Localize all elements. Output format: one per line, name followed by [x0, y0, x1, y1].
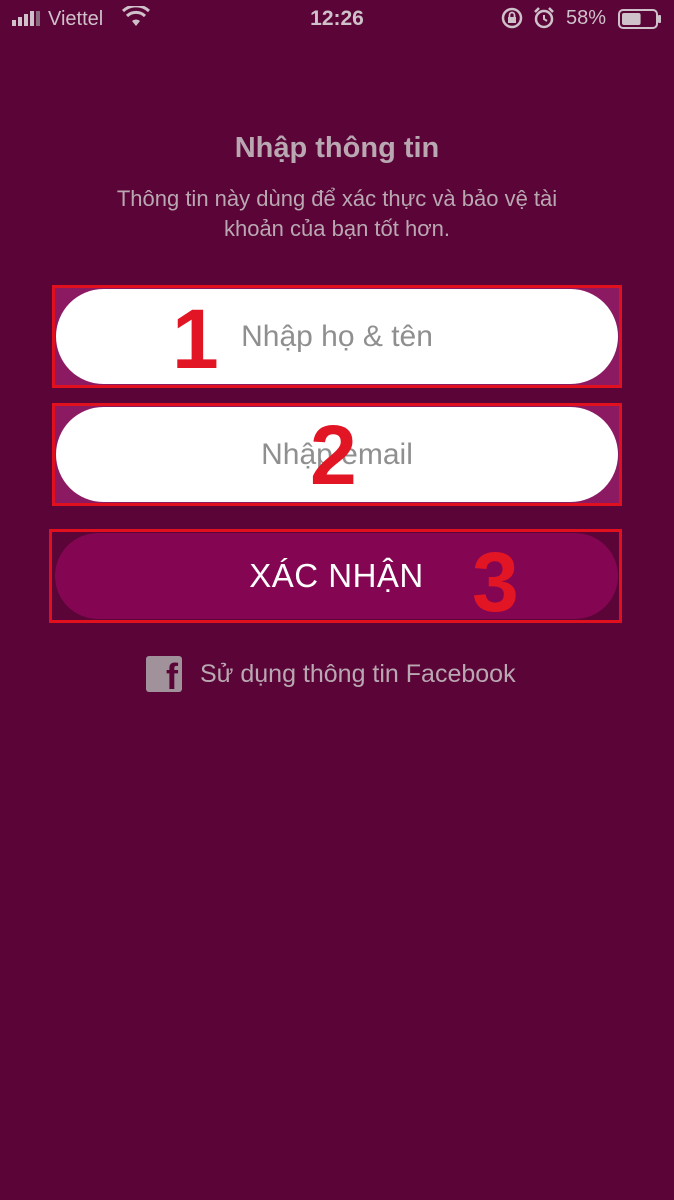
battery-percentage: 58%: [566, 7, 607, 29]
facebook-login-label: Sử dụng thông tin Facebook: [200, 659, 516, 688]
step-number-2: 2: [310, 408, 357, 502]
rotation-lock-icon: [501, 7, 523, 29]
battery-icon: [618, 9, 661, 29]
alarm-icon: [534, 7, 554, 29]
page-title: Nhập thông tin: [234, 132, 440, 164]
step-number-1: 1: [172, 292, 219, 386]
facebook-login-link[interactable]: f Sử dụng thông tin Facebook: [146, 654, 516, 694]
battery-fill: [622, 13, 641, 25]
step-number-3: 3: [472, 535, 519, 629]
page-subtitle: Thông tin này dùng để xác thực và bảo vệ…: [116, 186, 558, 241]
facebook-icon: f: [146, 656, 182, 692]
full-name-input[interactable]: [56, 289, 618, 384]
status-bar: Viettel 12:26 58%: [0, 0, 674, 38]
confirm-button[interactable]: XÁC NHẬN: [55, 533, 618, 619]
